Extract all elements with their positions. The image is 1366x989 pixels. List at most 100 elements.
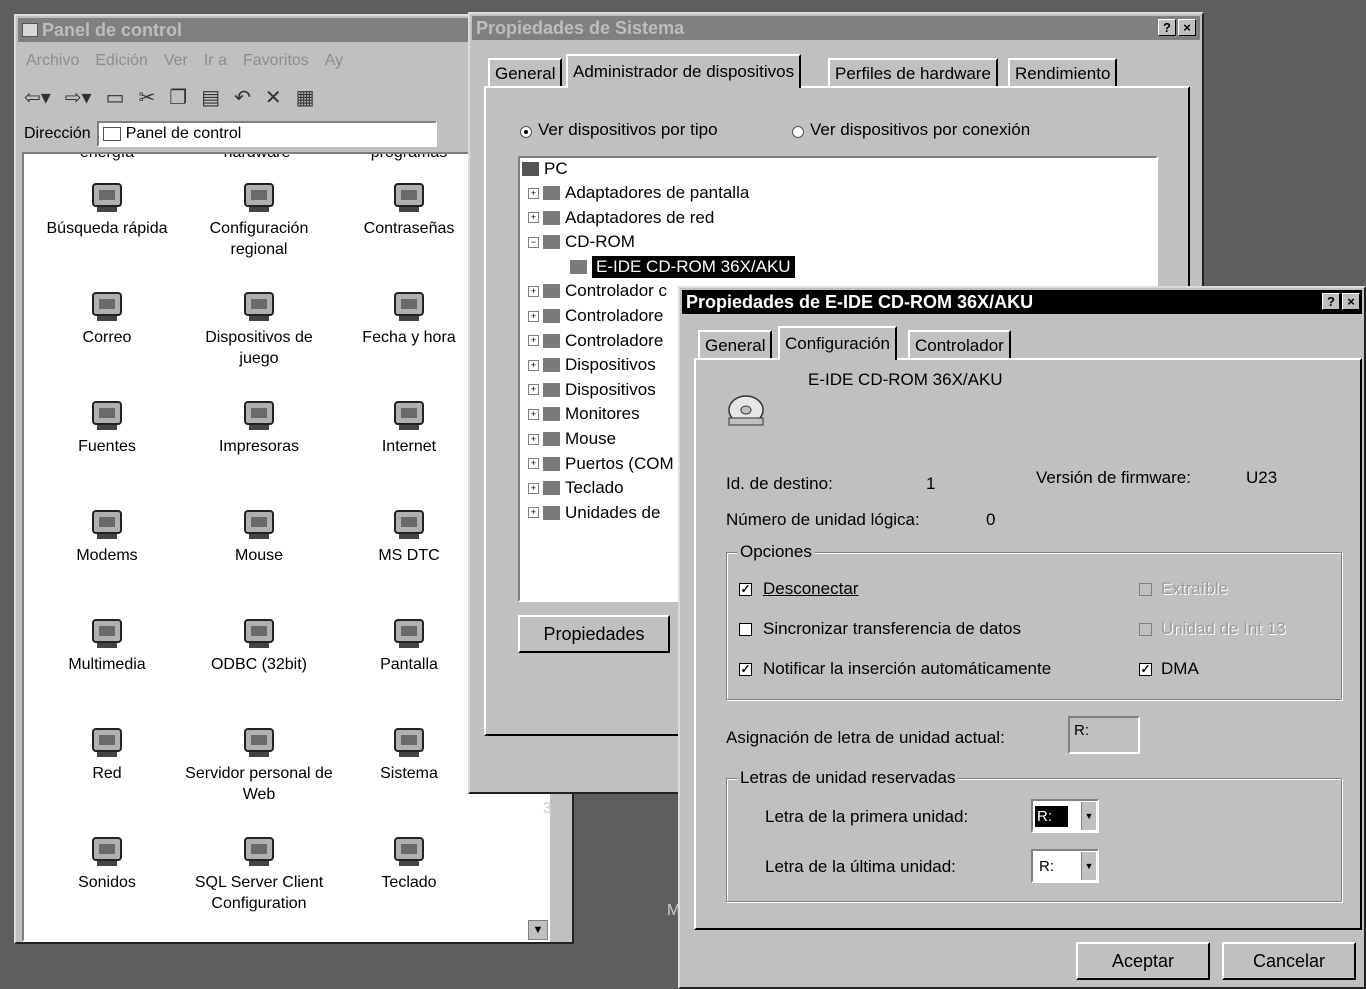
control-panel-item[interactable]: Mouse: [184, 503, 334, 566]
menu-ir-a[interactable]: Ir a: [204, 52, 227, 70]
accept-button[interactable]: Aceptar: [1076, 942, 1210, 980]
tree-expander[interactable]: +: [528, 507, 539, 519]
tree-expander[interactable]: +: [528, 212, 539, 224]
up-folder-icon[interactable]: ▭: [106, 85, 125, 110]
close-button[interactable]: ×: [1178, 19, 1196, 36]
radio-by-type[interactable]: [520, 126, 532, 138]
sync-transfer-label[interactable]: Sincronizar transferencia de datos: [763, 619, 1021, 639]
tree-item[interactable]: + Dispositivos: [528, 379, 656, 401]
tree-root[interactable]: PC: [522, 158, 568, 180]
tab-performance[interactable]: Rendimiento: [1008, 58, 1118, 88]
tree-item[interactable]: + Adaptadores de red: [528, 207, 714, 229]
tree-item[interactable]: + Controlador c: [528, 280, 667, 302]
help-button[interactable]: ?: [1158, 19, 1176, 36]
tree-item[interactable]: + Controladore: [528, 305, 663, 327]
sync-transfer-checkbox[interactable]: [739, 623, 752, 636]
dma-checkbox[interactable]: ✓: [1139, 663, 1152, 676]
control-panel-item[interactable]: Multimedia: [32, 612, 182, 675]
tree-expander[interactable]: +: [528, 384, 539, 396]
control-panel-item[interactable]: Servidor personal de Web: [184, 721, 334, 805]
tree-expander[interactable]: +: [528, 187, 539, 199]
radio-by-connection-label[interactable]: Ver dispositivos por conexión: [810, 120, 1030, 140]
tree-expander[interactable]: +: [528, 458, 539, 470]
tab-hardware-profiles[interactable]: Perfiles de hardware: [828, 58, 998, 88]
tree-expander[interactable]: +: [528, 433, 539, 445]
control-panel-item[interactable]: Teclado: [334, 830, 484, 893]
control-panel-item[interactable]: SQL Server Client Configuration: [184, 830, 334, 914]
auto-insert-notify-label[interactable]: Notificar la inserción automáticamente: [763, 659, 1051, 679]
control-panel-item[interactable]: Red: [32, 721, 182, 784]
menu-favoritos[interactable]: Favoritos: [243, 52, 309, 70]
control-panel-item[interactable]: Modems: [32, 503, 182, 566]
forward-arrow-icon[interactable]: ⇨▾: [65, 85, 92, 110]
tree-expander[interactable]: +: [528, 335, 539, 347]
control-panel-item[interactable]: Internet: [334, 394, 484, 457]
disconnect-label[interactable]: Desconectar: [763, 579, 858, 599]
system-properties-titlebar[interactable]: Propiedades de Sistema ? ×: [472, 16, 1200, 40]
tab-general[interactable]: General: [488, 58, 563, 88]
tree-item[interactable]: + Unidades de: [528, 502, 660, 524]
control-panel-item[interactable]: ODBC (32bit): [184, 612, 334, 675]
tab-device-manager[interactable]: Administrador de dispositivos: [566, 54, 802, 88]
scrollbar-down-arrow[interactable]: ▼: [528, 920, 548, 940]
cdrom-dialog-titlebar[interactable]: Propiedades de E-IDE CD-ROM 36X/AKU ? ×: [682, 290, 1362, 314]
chevron-down-icon[interactable]: ▼: [1081, 802, 1096, 830]
tree-item[interactable]: + Teclado: [528, 477, 624, 499]
cancel-button[interactable]: Cancelar: [1222, 942, 1356, 980]
sql-icon: [239, 830, 279, 870]
address-input[interactable]: Panel de control: [96, 121, 437, 147]
back-arrow-icon[interactable]: ⇦▾: [24, 85, 51, 110]
tree-expander[interactable]: +: [528, 359, 539, 371]
radio-by-connection[interactable]: [792, 126, 804, 138]
control-panel-item[interactable]: Búsqueda rápida: [32, 176, 182, 239]
tree-expander[interactable]: +: [528, 482, 539, 494]
tree-item[interactable]: − CD-ROM: [528, 231, 635, 253]
radio-by-type-label[interactable]: Ver dispositivos por tipo: [538, 120, 718, 140]
control-panel-item[interactable]: Fecha y hora: [334, 285, 484, 348]
last-letter-dropdown[interactable]: R: ▼: [1031, 849, 1099, 883]
tree-item[interactable]: + Puertos (COM: [528, 453, 674, 475]
tree-expander[interactable]: −: [528, 236, 539, 248]
tree-item-selected[interactable]: E-IDE CD-ROM 36X/AKU: [570, 255, 795, 278]
menu-ver[interactable]: Ver: [164, 52, 188, 70]
tree-expander[interactable]: +: [528, 310, 539, 322]
tree-item[interactable]: + Controladore: [528, 330, 663, 352]
copy-icon[interactable]: ❐: [169, 85, 187, 110]
tree-expander[interactable]: +: [528, 285, 539, 297]
tab-configuration[interactable]: Configuración: [778, 326, 897, 360]
menu-edicion[interactable]: Edición: [95, 52, 147, 70]
control-panel-item[interactable]: Dispositivos de juego: [184, 285, 334, 369]
dma-label[interactable]: DMA: [1161, 659, 1199, 679]
delete-icon[interactable]: ✕: [265, 85, 282, 110]
control-panel-item[interactable]: Sonidos: [32, 830, 182, 893]
menu-ayuda[interactable]: Ay: [325, 52, 343, 70]
chevron-down-icon[interactable]: ▼: [1081, 852, 1096, 880]
properties-icon[interactable]: ▦: [296, 85, 315, 110]
control-panel-item[interactable]: Impresoras: [184, 394, 334, 457]
control-panel-item[interactable]: Contraseñas: [334, 176, 484, 239]
control-panel-item[interactable]: Fuentes: [32, 394, 182, 457]
control-panel-item[interactable]: Configuración regional: [184, 176, 334, 260]
help-button[interactable]: ?: [1322, 293, 1340, 310]
tab-general[interactable]: General: [698, 330, 773, 360]
first-letter-dropdown[interactable]: R: ▼: [1031, 799, 1099, 833]
close-button[interactable]: ×: [1342, 293, 1360, 310]
control-panel-item[interactable]: Sistema: [334, 721, 484, 784]
tree-item[interactable]: + Monitores: [528, 403, 640, 425]
tree-item[interactable]: + Dispositivos: [528, 354, 656, 376]
control-panel-item[interactable]: MS DTC: [334, 503, 484, 566]
paste-icon[interactable]: ▤: [201, 85, 220, 110]
properties-button[interactable]: Propiedades: [518, 615, 670, 653]
disconnect-checkbox[interactable]: ✓: [739, 583, 752, 596]
control-panel-item[interactable]: Correo: [32, 285, 182, 348]
cut-icon[interactable]: ✂: [139, 85, 156, 110]
tab-driver[interactable]: Controlador: [908, 330, 1011, 360]
undo-icon[interactable]: ↶: [234, 85, 251, 110]
tree-root-label: PC: [544, 159, 568, 178]
control-panel-item[interactable]: Pantalla: [334, 612, 484, 675]
auto-insert-notify-checkbox[interactable]: ✓: [739, 663, 752, 676]
tree-expander[interactable]: +: [528, 408, 539, 420]
menu-archivo[interactable]: Archivo: [26, 52, 79, 70]
tree-item[interactable]: + Mouse: [528, 428, 616, 450]
tree-item[interactable]: + Adaptadores de pantalla: [528, 182, 749, 204]
